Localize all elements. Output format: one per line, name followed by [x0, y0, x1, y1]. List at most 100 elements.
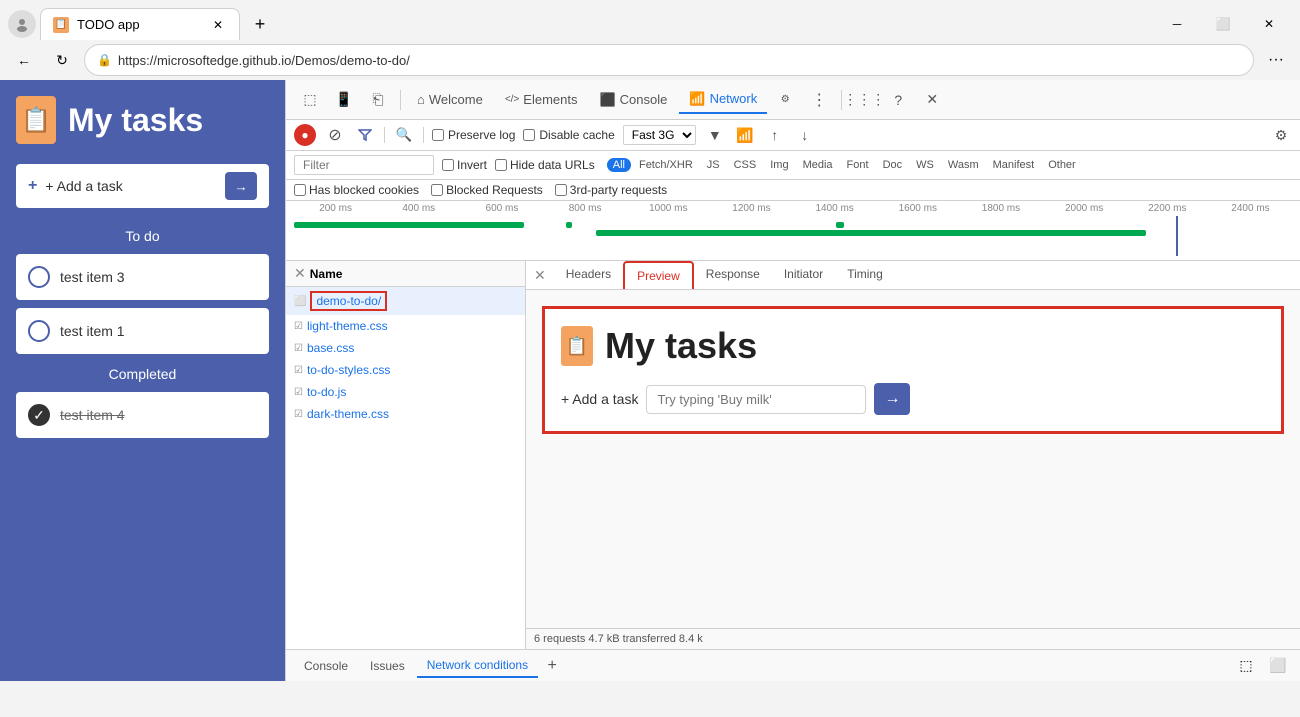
filter-type-doc[interactable]: Doc [877, 158, 909, 172]
tab-network[interactable]: 📶 Network [679, 86, 767, 114]
request-item-base[interactable]: ☑ base.css [286, 337, 525, 359]
bottom-tab-issues[interactable]: Issues [360, 655, 415, 677]
throttle-select[interactable]: Fast 3G [623, 125, 696, 145]
detail-tab-headers[interactable]: Headers [554, 261, 623, 289]
online-icon-button[interactable]: 📶 [734, 124, 756, 146]
devtools-close-button[interactable]: ✕ [916, 84, 948, 116]
detail-tab-initiator[interactable]: Initiator [772, 261, 835, 289]
restore-button[interactable]: ⬜ [1200, 9, 1246, 39]
detail-tab-preview[interactable]: Preview [623, 261, 694, 289]
task-checkbox-4[interactable]: ✓ [28, 404, 50, 426]
minimize-button[interactable]: ─ [1154, 9, 1200, 39]
undock-button[interactable]: ⬜ [1264, 652, 1292, 680]
filter-type-js[interactable]: JS [701, 158, 726, 172]
preview-task-input[interactable] [646, 385, 866, 414]
request-item-light-theme[interactable]: ☑ light-theme.css [286, 315, 525, 337]
reload-button[interactable]: ↻ [46, 44, 78, 76]
invert-toggle[interactable]: Invert [442, 158, 487, 172]
filter-input[interactable] [294, 155, 434, 175]
invert-checkbox[interactable] [442, 159, 454, 171]
filter-type-other[interactable]: Other [1042, 158, 1082, 172]
filter-type-wasm[interactable]: Wasm [942, 158, 985, 172]
filter-type-media[interactable]: Media [797, 158, 839, 172]
bottom-tab-network-conditions-label: Network conditions [427, 658, 528, 672]
request-item-to-do-js[interactable]: ☑ to-do.js [286, 381, 525, 403]
devtools-inspect-button[interactable]: ⬚ [294, 84, 326, 116]
throttle-dropdown-button[interactable]: ▼ [704, 124, 726, 146]
hide-data-urls-checkbox[interactable] [495, 159, 507, 171]
bottom-tab-network-conditions[interactable]: Network conditions [417, 654, 538, 678]
task-item-3[interactable]: test item 3 [16, 254, 269, 300]
main-area: 📋 My tasks + + Add a task → To do test i… [0, 80, 1300, 681]
preserve-log-checkbox[interactable] [432, 129, 444, 141]
tick-1800: 1800 ms [959, 203, 1042, 214]
detail-tab-timing[interactable]: Timing [835, 261, 895, 289]
task-checkbox-3[interactable] [28, 266, 50, 288]
bottom-add-tab-button[interactable]: + [540, 654, 564, 678]
preview-app-title: My tasks [605, 325, 757, 367]
tab-close-button[interactable]: ✕ [209, 16, 227, 34]
third-party-toggle[interactable]: 3rd-party requests [555, 183, 667, 197]
devtools-help-button[interactable]: ? [882, 84, 914, 116]
devtools-more-button[interactable]: ⋮⋮⋮ [848, 84, 880, 116]
timeline-bar-2 [566, 222, 572, 228]
tab-elements[interactable]: </> Elements [495, 86, 588, 114]
task-item-1[interactable]: test item 1 [16, 308, 269, 354]
filter-type-all[interactable]: All [607, 158, 631, 172]
dock-side-button[interactable]: ⬚ [1232, 652, 1260, 680]
filter-type-css[interactable]: CSS [728, 158, 763, 172]
filter-icon-button[interactable] [354, 124, 376, 146]
blocked-requests-checkbox[interactable] [431, 184, 443, 196]
detail-tab-response[interactable]: Response [694, 261, 772, 289]
add-task-bar[interactable]: + + Add a task → [16, 164, 269, 208]
disable-cache-checkbox[interactable] [523, 129, 535, 141]
address-input-container[interactable]: 🔒 https://microsoftedge.github.io/Demos/… [84, 44, 1254, 76]
bottom-tab-console[interactable]: Console [294, 655, 358, 677]
add-task-submit-button[interactable]: → [225, 172, 257, 200]
hide-data-urls-toggle[interactable]: Hide data URLs [495, 158, 595, 172]
blocked-cookies-toggle[interactable]: Has blocked cookies [294, 183, 419, 197]
blocked-cookies-checkbox[interactable] [294, 184, 306, 196]
bottom-tab-issues-label: Issues [370, 659, 405, 673]
detail-close-button[interactable]: ✕ [534, 267, 546, 284]
upload-icon-button[interactable]: ↑ [764, 124, 786, 146]
preserve-log-toggle[interactable]: Preserve log [432, 128, 515, 142]
filter-type-font[interactable]: Font [841, 158, 875, 172]
request-item-demo-to-do[interactable]: ⬜ demo-to-do/ [286, 287, 525, 315]
filter-type-ws[interactable]: WS [910, 158, 940, 172]
disable-cache-toggle[interactable]: Disable cache [523, 128, 614, 142]
blocked-requests-toggle[interactable]: Blocked Requests [431, 183, 543, 197]
task-checkbox-1[interactable] [28, 320, 50, 342]
browser-tab-active[interactable]: 📋 TODO app ✕ [40, 8, 240, 40]
preview-add-button[interactable]: → [874, 383, 910, 415]
third-party-checkbox[interactable] [555, 184, 567, 196]
close-button[interactable]: ✕ [1246, 9, 1292, 39]
clear-button[interactable]: ⊘ [324, 124, 346, 146]
request-css-icon-4: ☑ [294, 409, 303, 420]
network-settings-button[interactable]: ⚙ [1270, 124, 1292, 146]
tab-console[interactable]: ⬛ Console [589, 86, 677, 114]
timeline[interactable]: 200 ms 400 ms 600 ms 800 ms 1000 ms 1200… [286, 201, 1300, 261]
close-detail-button[interactable]: ✕ [294, 265, 306, 282]
devtools-customize-button[interactable]: ⋮ [803, 84, 835, 116]
profile-avatar[interactable] [8, 10, 36, 38]
devtools-more-tools-button[interactable]: ⚙ [769, 84, 801, 116]
devtools-source-button[interactable]: ⎗ [362, 84, 394, 116]
browser-more-button[interactable]: ··· [1260, 44, 1292, 76]
new-tab-button[interactable]: + [244, 8, 276, 40]
devtools-device-button[interactable]: 📱 [328, 84, 360, 116]
bottom-bar: Console Issues Network conditions + ⬚ ⬜ [286, 649, 1300, 681]
tab-welcome[interactable]: ⌂ Welcome [407, 86, 493, 114]
filter-type-fetch[interactable]: Fetch/XHR [633, 158, 699, 172]
filter-type-img[interactable]: Img [764, 158, 794, 172]
request-item-dark-theme[interactable]: ☑ dark-theme.css [286, 403, 525, 425]
request-item-to-do-styles[interactable]: ☑ to-do-styles.css [286, 359, 525, 381]
title-bar: 📋 TODO app ✕ + ─ ⬜ ✕ [0, 0, 1300, 40]
request-name-base: base.css [307, 341, 354, 355]
back-button[interactable]: ← [8, 44, 40, 76]
filter-type-manifest[interactable]: Manifest [987, 158, 1041, 172]
download-icon-button[interactable]: ↓ [794, 124, 816, 146]
task-item-4[interactable]: ✓ test item 4 [16, 392, 269, 438]
record-button[interactable]: ● [294, 124, 316, 146]
search-button[interactable]: 🔍 [393, 124, 415, 146]
